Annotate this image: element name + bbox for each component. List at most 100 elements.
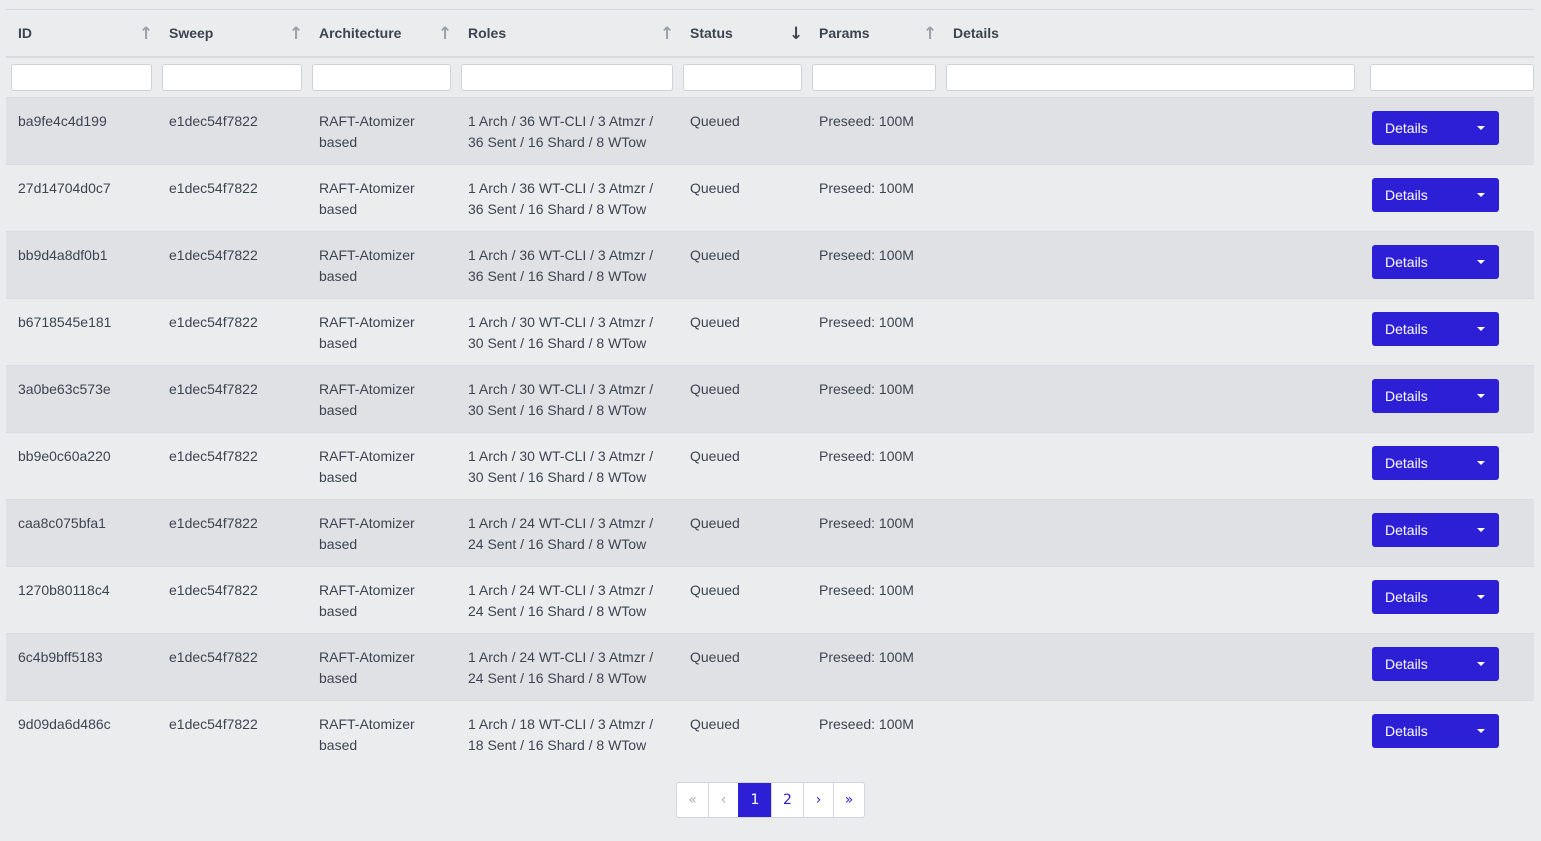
pagination-prev-button[interactable]: ‹ xyxy=(708,783,738,817)
filter-input-id[interactable] xyxy=(11,63,152,91)
cell-sweep: e1dec54f7822 xyxy=(169,514,258,531)
table-row: ba9fe4c4d199 e1dec54f7822 RAFT-Atomizer bas… xyxy=(6,97,1534,164)
cell-params: Preseed: 100M xyxy=(819,581,914,598)
runs-table: ID ↑ Sweep ↑ Architecture ↑ Roles ↑ Stat… xyxy=(6,10,1534,767)
column-header-params[interactable]: Params ↑ xyxy=(807,10,941,57)
architecture-line: RAFT-Atomizer xyxy=(319,313,415,330)
filter-input-status[interactable] xyxy=(683,63,802,91)
details-button[interactable]: Details xyxy=(1372,110,1462,145)
cell-id: 27d14704d0c7 xyxy=(18,179,111,196)
architecture-line: based xyxy=(319,736,358,753)
cell-details xyxy=(941,164,1365,231)
roles-line: 30 Sent / 16 Shard / 8 WTow xyxy=(468,401,647,418)
details-dropdown-toggle[interactable] xyxy=(1462,244,1499,279)
cell-architecture: RAFT-Atomizer based xyxy=(307,633,456,700)
cell-roles: 1 Arch / 30 WT-CLI / 3 Atmzr / 30 Sent / … xyxy=(456,298,678,365)
details-dropdown-toggle[interactable] xyxy=(1462,311,1499,346)
pagination-page-1[interactable]: 1 xyxy=(738,783,771,817)
cell-actions: Details xyxy=(1365,700,1534,767)
caret-down-icon xyxy=(1477,460,1485,465)
cell-params: Preseed: 100M xyxy=(819,514,914,531)
details-button[interactable]: Details xyxy=(1372,445,1462,480)
cell-architecture: RAFT-Atomizer based xyxy=(307,499,456,566)
roles-line: 1 Arch / 18 WT-CLI / 3 Atmzr / xyxy=(468,715,654,732)
column-header-architecture[interactable]: Architecture ↑ xyxy=(307,10,456,57)
column-header-sweep[interactable]: Sweep ↑ xyxy=(157,10,307,57)
filter-input-actions[interactable] xyxy=(1370,63,1534,91)
details-button[interactable]: Details xyxy=(1372,713,1462,748)
cell-details xyxy=(941,298,1365,365)
cell-details xyxy=(941,566,1365,633)
cell-actions: Details xyxy=(1365,298,1534,365)
cell-architecture: RAFT-Atomizer based xyxy=(307,298,456,365)
cell-sweep: e1dec54f7822 xyxy=(169,447,258,464)
details-dropdown-toggle[interactable] xyxy=(1462,110,1499,145)
cell-details xyxy=(941,97,1365,164)
caret-down-icon xyxy=(1477,125,1485,130)
details-button[interactable]: Details xyxy=(1372,378,1462,413)
cell-status: Queued xyxy=(690,514,740,531)
roles-line: 30 Sent / 16 Shard / 8 WTow xyxy=(468,468,647,485)
caret-down-icon xyxy=(1477,259,1485,264)
arrow-down-icon[interactable]: ↓ xyxy=(789,25,803,43)
caret-down-icon xyxy=(1477,527,1485,532)
column-header-roles[interactable]: Roles ↑ xyxy=(456,10,678,57)
details-button[interactable]: Details xyxy=(1372,311,1462,346)
filter-input-details[interactable] xyxy=(946,63,1355,91)
filter-input-sweep[interactable] xyxy=(162,63,302,91)
details-button[interactable]: Details xyxy=(1372,646,1462,681)
cell-params: Preseed: 100M xyxy=(819,380,914,397)
details-button-group: Details xyxy=(1372,579,1499,614)
details-dropdown-toggle[interactable] xyxy=(1462,177,1499,212)
cell-details xyxy=(941,365,1365,432)
cell-params: Preseed: 100M xyxy=(819,715,914,732)
arrow-up-icon[interactable]: ↑ xyxy=(923,25,937,43)
cell-status: Queued xyxy=(690,246,740,263)
pagination-first-button[interactable]: « xyxy=(677,783,708,817)
cell-params: Preseed: 100M xyxy=(819,648,914,665)
cell-id: 9d09da6d486c xyxy=(18,715,111,732)
details-dropdown-toggle[interactable] xyxy=(1462,646,1499,681)
caret-down-icon xyxy=(1477,661,1485,666)
table-row: bb9d4a8df0b1 e1dec54f7822 RAFT-Atomizer bas… xyxy=(6,231,1534,298)
column-header-label: Details xyxy=(953,25,999,41)
details-button[interactable]: Details xyxy=(1372,579,1462,614)
cell-sweep: e1dec54f7822 xyxy=(169,179,258,196)
arrow-up-icon[interactable]: ↑ xyxy=(438,25,452,43)
table-row: 3a0be63c573e e1dec54f7822 RAFT-Atomizer bas… xyxy=(6,365,1534,432)
details-button[interactable]: Details xyxy=(1372,177,1462,212)
arrow-up-icon[interactable]: ↑ xyxy=(289,25,303,43)
cell-details xyxy=(941,432,1365,499)
arrow-up-icon[interactable]: ↑ xyxy=(139,25,153,43)
details-dropdown-toggle[interactable] xyxy=(1462,512,1499,547)
cell-params: Preseed: 100M xyxy=(819,112,914,129)
cell-architecture: RAFT-Atomizer based xyxy=(307,700,456,767)
architecture-line: RAFT-Atomizer xyxy=(319,447,415,464)
filter-input-roles[interactable] xyxy=(461,63,673,91)
pagination-next-button[interactable]: › xyxy=(803,783,833,817)
cell-actions: Details xyxy=(1365,633,1534,700)
roles-line: 36 Sent / 16 Shard / 8 WTow xyxy=(468,200,647,217)
filter-input-params[interactable] xyxy=(812,63,936,91)
cell-details xyxy=(941,231,1365,298)
column-header-label: Architecture xyxy=(319,25,402,41)
pagination-last-button[interactable]: » xyxy=(833,783,864,817)
filter-input-architecture[interactable] xyxy=(312,63,451,91)
cell-roles: 1 Arch / 30 WT-CLI / 3 Atmzr / 30 Sent / … xyxy=(456,365,678,432)
cell-roles: 1 Arch / 30 WT-CLI / 3 Atmzr / 30 Sent / … xyxy=(456,432,678,499)
table-row: caa8c075bfa1 e1dec54f7822 RAFT-Atomizer bas… xyxy=(6,499,1534,566)
pagination: « ‹ 1 2 › » xyxy=(676,782,865,818)
cell-architecture: RAFT-Atomizer based xyxy=(307,164,456,231)
details-dropdown-toggle[interactable] xyxy=(1462,445,1499,480)
column-header-id[interactable]: ID ↑ xyxy=(6,10,157,57)
details-dropdown-toggle[interactable] xyxy=(1462,713,1499,748)
details-dropdown-toggle[interactable] xyxy=(1462,579,1499,614)
details-button[interactable]: Details xyxy=(1372,512,1462,547)
pagination-page-2[interactable]: 2 xyxy=(771,783,803,817)
cell-status: Queued xyxy=(690,179,740,196)
details-button[interactable]: Details xyxy=(1372,244,1462,279)
details-dropdown-toggle[interactable] xyxy=(1462,378,1499,413)
arrow-up-icon[interactable]: ↑ xyxy=(660,25,674,43)
cell-actions: Details xyxy=(1365,97,1534,164)
column-header-status[interactable]: Status ↓ xyxy=(678,10,807,57)
